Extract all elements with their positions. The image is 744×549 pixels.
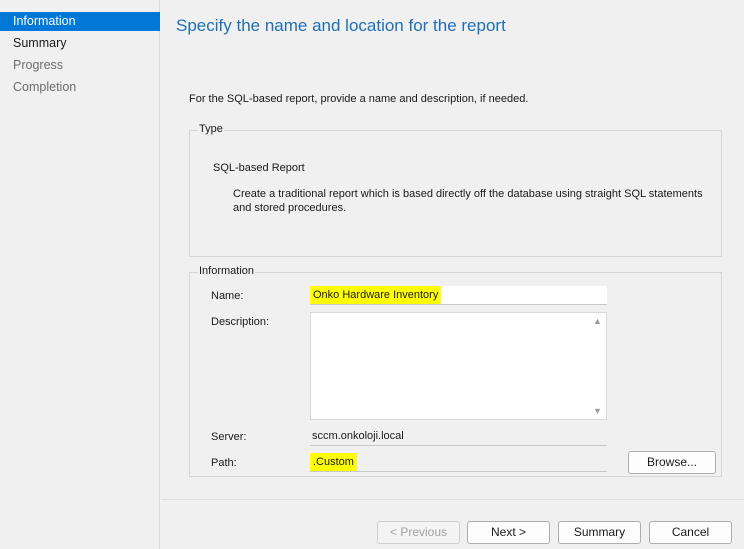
nav-item-progress: Progress [13,58,64,72]
instruction-text: For the SQL-based report, provide a name… [189,93,529,105]
nav-item-summary[interactable]: Summary [0,34,160,53]
nav-item-completion: Completion [13,80,77,94]
server-field: sccm.onkoloji.local [310,427,607,446]
nav-item-information[interactable]: Information [0,12,160,31]
report-type-description: Create a traditional report which is bas… [233,188,703,214]
cancel-button[interactable]: Cancel [649,521,732,544]
footer-separator [161,499,744,500]
information-group-label: Information [198,265,256,277]
name-field-value: Onko Hardware Inventory [310,286,442,304]
description-label: Description: [211,316,270,328]
server-label: Server: [211,431,247,443]
description-scrollbar[interactable]: ▲ ▼ [590,313,606,419]
scroll-down-arrow-icon[interactable]: ▼ [593,406,602,416]
wizard-sidebar: Information Summary Progress Completion [0,0,160,549]
previous-button: < Previous [377,521,460,544]
path-field-value: .Custom [310,453,357,471]
path-label: Path: [211,457,237,469]
next-button[interactable]: Next > [467,521,550,544]
name-label: Name: [211,290,244,302]
name-field[interactable]: Onko Hardware Inventory [310,286,607,305]
scroll-up-arrow-icon[interactable]: ▲ [593,316,602,326]
type-group-label: Type [198,123,224,135]
type-group: Type SQL-based Report Create a tradition… [189,123,722,257]
report-type-name: SQL-based Report [213,162,305,174]
information-group: Information Name: Onko Hardware Inventor… [189,265,722,477]
server-field-value: sccm.onkoloji.local [312,430,404,442]
page-title: Specify the name and location for the re… [176,16,506,35]
description-field[interactable]: ▲ ▼ [310,312,607,420]
browse-button[interactable]: Browse... [628,451,716,474]
wizard-main-panel: Specify the name and location for the re… [161,0,744,549]
path-field: .Custom [310,453,607,472]
summary-button[interactable]: Summary [558,521,641,544]
